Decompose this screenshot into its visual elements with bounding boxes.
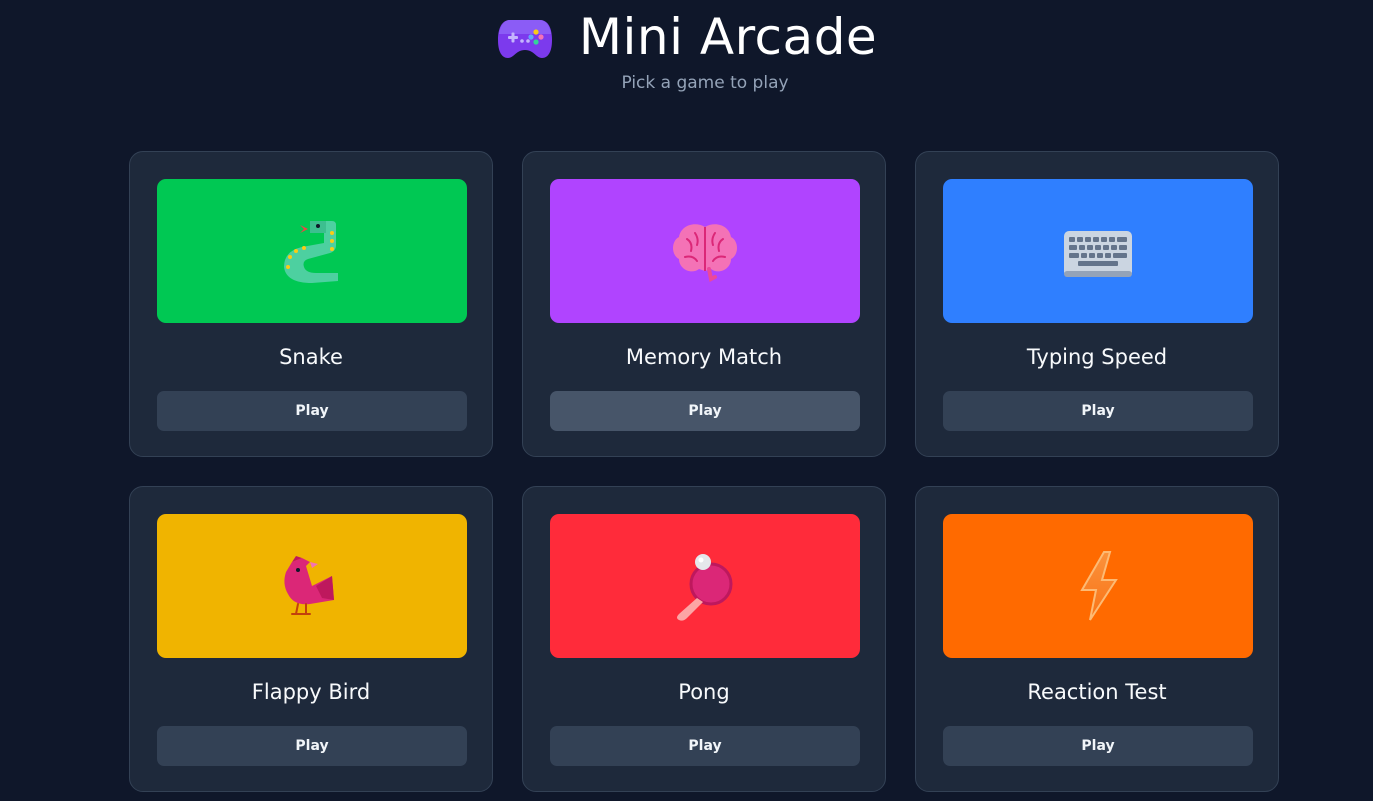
game-title: Typing Speed bbox=[1026, 345, 1168, 369]
game-title: Memory Match bbox=[625, 345, 783, 369]
game-thumbnail[interactable] bbox=[157, 514, 467, 658]
bird-icon bbox=[284, 556, 334, 615]
game-card-memory-match: Memory Match Play bbox=[522, 151, 886, 457]
game-card-typing-speed: Typing Speed Play bbox=[915, 151, 1279, 457]
snake-icon bbox=[284, 221, 338, 283]
game-thumbnail[interactable] bbox=[943, 179, 1253, 323]
play-reaction-test-button[interactable]: Play bbox=[943, 726, 1253, 766]
ping-pong-icon bbox=[677, 554, 733, 621]
keyboard-icon bbox=[1064, 231, 1132, 277]
brain-icon bbox=[673, 224, 737, 282]
game-card-reaction-test: Reaction Test Play bbox=[915, 486, 1279, 792]
game-title: Flappy Bird bbox=[251, 680, 371, 704]
game-card-flappy-bird: Flappy Bird Play bbox=[129, 486, 493, 792]
game-thumbnail[interactable] bbox=[550, 514, 860, 658]
lightning-icon bbox=[1080, 551, 1118, 621]
game-title: Reaction Test bbox=[1027, 680, 1167, 704]
game-card-snake: Snake Play bbox=[129, 151, 493, 457]
game-title: Snake bbox=[279, 345, 343, 369]
game-thumbnail[interactable] bbox=[550, 179, 860, 323]
game-title: Pong bbox=[678, 680, 730, 704]
game-thumbnail[interactable] bbox=[943, 514, 1253, 658]
play-pong-button[interactable]: Play bbox=[550, 726, 860, 766]
game-thumbnail[interactable] bbox=[157, 179, 467, 323]
gamepad-icon bbox=[497, 20, 552, 58]
page-header: Mini Arcade Pick a game to play bbox=[0, 0, 1373, 110]
play-typing-speed-button[interactable]: Play bbox=[943, 391, 1253, 431]
play-flappy-bird-button[interactable]: Play bbox=[157, 726, 467, 766]
play-memory-match-button[interactable]: Play bbox=[550, 391, 860, 431]
page-title: Mini Arcade bbox=[578, 8, 878, 66]
title-row: Mini Arcade bbox=[0, 8, 1373, 66]
game-card-pong: Pong Play bbox=[522, 486, 886, 792]
page-subtitle: Pick a game to play bbox=[621, 73, 789, 93]
play-snake-button[interactable]: Play bbox=[157, 391, 467, 431]
